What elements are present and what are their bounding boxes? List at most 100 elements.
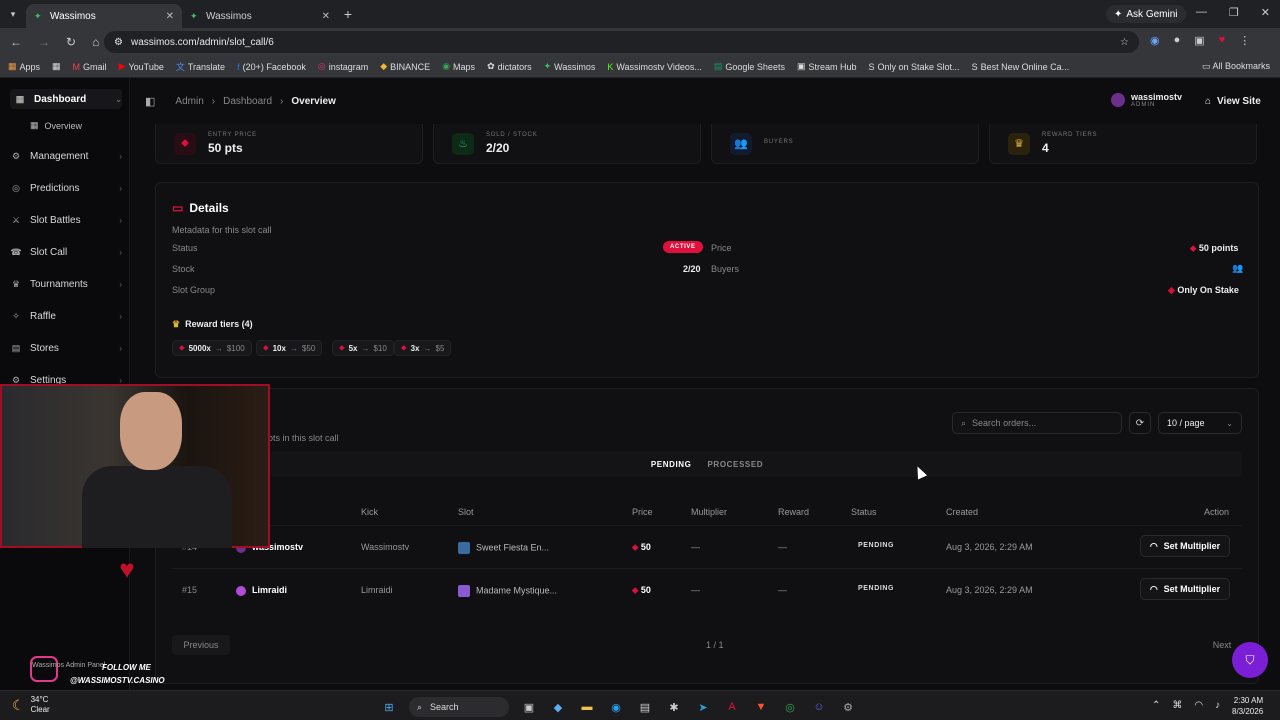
- reload-icon[interactable]: ↻: [66, 35, 76, 49]
- set-multiplier-button[interactable]: ◠ Set Multiplier: [1140, 535, 1230, 557]
- bookmark-item[interactable]: S Only on Stake Slot...: [869, 62, 960, 72]
- sidebar-item-dashboard[interactable]: ▦ Dashboard ⌄: [10, 89, 122, 109]
- stock-label: Stock: [172, 264, 195, 274]
- sidebar-item-label: Raffle: [30, 310, 56, 322]
- profile-icon[interactable]: ♥: [1219, 34, 1226, 47]
- bookmark-item[interactable]: K Wassimostv Videos...: [607, 62, 702, 72]
- weather-widget[interactable]: ☾ 34°C Clear: [12, 695, 50, 715]
- taskbar-search[interactable]: ⌕ Search: [409, 697, 509, 717]
- user-role: ADMIN: [1131, 102, 1156, 108]
- breadcrumb-admin[interactable]: Admin: [175, 96, 203, 107]
- sidebar-item-predictions[interactable]: ◎ Predictions ›: [10, 178, 122, 198]
- back-icon[interactable]: ←: [10, 35, 22, 49]
- extension-icon[interactable]: ◉: [1150, 34, 1160, 47]
- all-bookmarks-button[interactable]: ▭ All Bookmarks: [1202, 61, 1270, 72]
- bookmark-item[interactable]: M Gmail: [73, 62, 107, 72]
- sidebar-item-management[interactable]: ⚙ Management ›: [10, 146, 122, 166]
- bookmark-item[interactable]: f (20+) Facebook: [237, 62, 306, 72]
- bookmark-item[interactable]: ▦ Apps: [8, 61, 40, 72]
- bookmark-item[interactable]: ✦ Wassimos: [544, 61, 596, 72]
- home-icon[interactable]: ⌂: [92, 35, 99, 49]
- order-user: Limraidi: [236, 585, 287, 596]
- bookmark-item[interactable]: ✿ dictators: [487, 61, 532, 72]
- menu-dots-icon[interactable]: ⋮: [1239, 34, 1250, 47]
- chevron-down-icon: ⌄: [1226, 418, 1233, 428]
- file-explorer-icon[interactable]: ▬: [578, 698, 596, 716]
- sidebar-item-raffle[interactable]: ✧ Raffle ›: [10, 306, 122, 326]
- extension-icon[interactable]: ●: [1174, 34, 1181, 47]
- brave-icon[interactable]: ▼: [752, 698, 770, 716]
- app-icon[interactable]: ✱: [665, 698, 683, 716]
- follow-me-text: FOLLOW ME: [102, 663, 151, 672]
- settings-icon[interactable]: ⚙: [839, 698, 857, 716]
- previous-page-button[interactable]: Previous: [172, 635, 230, 655]
- bookmark-item[interactable]: ◉ Maps: [442, 61, 475, 72]
- chevron-up-icon[interactable]: ⌃: [1152, 700, 1160, 711]
- wifi-icon[interactable]: ◠: [1194, 700, 1203, 711]
- copilot-icon[interactable]: ◆: [549, 698, 567, 716]
- new-tab-button[interactable]: +: [338, 6, 358, 22]
- weather-desc: Clear: [30, 705, 50, 714]
- user-menu[interactable]: wassimostv ADMIN: [1111, 92, 1182, 108]
- sidebar-subitem-overview[interactable]: ▦ Overview: [30, 120, 82, 131]
- set-multiplier-button[interactable]: ◠ Set Multiplier: [1140, 578, 1230, 600]
- sidebar-item-slot-battles[interactable]: ⚔ Slot Battles ›: [10, 210, 122, 230]
- chevron-right-icon: ›: [119, 279, 122, 289]
- telegram-icon[interactable]: ➤: [694, 698, 712, 716]
- store-icon: ▤: [11, 342, 21, 353]
- close-icon[interactable]: ✕: [166, 11, 174, 22]
- browser-tab-1[interactable]: ✦ Wassimos ✕: [26, 4, 182, 28]
- bookmark-item[interactable]: ▶ YouTube: [119, 61, 164, 72]
- bookmark-item[interactable]: ◆ BINANCE: [380, 61, 430, 72]
- discord-icon[interactable]: ☺: [810, 698, 828, 716]
- tab-pending[interactable]: PENDING: [651, 460, 692, 469]
- browser-tab-2[interactable]: ✦ Wassimos ✕: [182, 4, 338, 28]
- tab-menu-icon[interactable]: ▾: [0, 9, 26, 20]
- bookmark-label: Wassimostv Videos...: [616, 61, 702, 72]
- task-view-icon[interactable]: ▣: [520, 698, 538, 716]
- taskbar-apps: ⊞ ⌕ Search ▣ ◆ ▬ ◉ ▤ ✱ ➤ A ▼ ◎ ☺ ⚙: [380, 697, 857, 717]
- maximize-icon[interactable]: ❐: [1229, 6, 1239, 19]
- search-icon: ⌕: [961, 417, 967, 428]
- sidebar-item-slot-call[interactable]: ☎ Slot Call ›: [10, 242, 122, 262]
- edge-icon[interactable]: ◉: [607, 698, 625, 716]
- site-info-icon[interactable]: ⚙: [114, 37, 123, 48]
- close-window-icon[interactable]: ✕: [1261, 6, 1270, 19]
- system-tray: ⌃ ⌘ ◠ ♪: [1152, 700, 1220, 711]
- sidebar-item-tournaments[interactable]: ♛ Tournaments ›: [10, 274, 122, 294]
- bookmark-item[interactable]: ▦: [52, 61, 61, 72]
- support-fab-button[interactable]: ⛉: [1232, 642, 1268, 678]
- sidebar-item-stores[interactable]: ▤ Stores ›: [10, 338, 122, 358]
- volume-icon[interactable]: ♪: [1215, 700, 1220, 711]
- refresh-button[interactable]: ⟳: [1129, 412, 1151, 434]
- network-icon[interactable]: ⌘: [1172, 700, 1182, 711]
- bookmark-star-icon[interactable]: ☆: [1120, 37, 1129, 48]
- store-icon[interactable]: ▤: [636, 698, 654, 716]
- close-icon[interactable]: ✕: [322, 11, 330, 22]
- forward-icon[interactable]: →: [38, 35, 50, 49]
- address-bar[interactable]: ⚙ wassimos.com/admin/slot_call/6 ☆: [104, 31, 1139, 53]
- breadcrumb-dashboard[interactable]: Dashboard: [223, 96, 272, 107]
- minimize-icon[interactable]: —: [1196, 6, 1207, 19]
- bookmark-item[interactable]: S Best New Online Ca...: [972, 62, 1070, 72]
- clock[interactable]: 2:30 AM 8/3/2026: [1232, 695, 1263, 717]
- bookmark-item[interactable]: ▤ Google Sheets: [714, 61, 785, 72]
- bookmark-item[interactable]: ▣ Stream Hub: [797, 61, 857, 72]
- puzzle-icon[interactable]: ▣: [1194, 34, 1204, 47]
- chevron-right-icon: ›: [119, 151, 122, 161]
- tab-processed[interactable]: PROCESSED: [708, 460, 764, 469]
- stat-label: BUYERS: [764, 139, 794, 145]
- bookmark-item[interactable]: 文 Translate: [176, 60, 225, 73]
- chrome-icon[interactable]: ◎: [781, 698, 799, 716]
- price-label: Price: [711, 243, 732, 253]
- ask-gemini-button[interactable]: ✦ Ask Gemini: [1106, 5, 1186, 23]
- windows-start-icon[interactable]: ⊞: [380, 698, 398, 716]
- sidebar-toggle-icon[interactable]: ◧: [145, 95, 155, 108]
- per-page-select[interactable]: 10 / page ⌄: [1158, 412, 1242, 434]
- bookmark-item[interactable]: ◎ instagram: [318, 61, 368, 72]
- view-site-label: View Site: [1217, 96, 1261, 107]
- search-input[interactable]: ⌕ Search orders...: [952, 412, 1122, 434]
- app-icon[interactable]: A: [723, 698, 741, 716]
- view-site-button[interactable]: ⌂ View Site: [1205, 96, 1261, 107]
- bookmark-label: instagram: [328, 61, 369, 72]
